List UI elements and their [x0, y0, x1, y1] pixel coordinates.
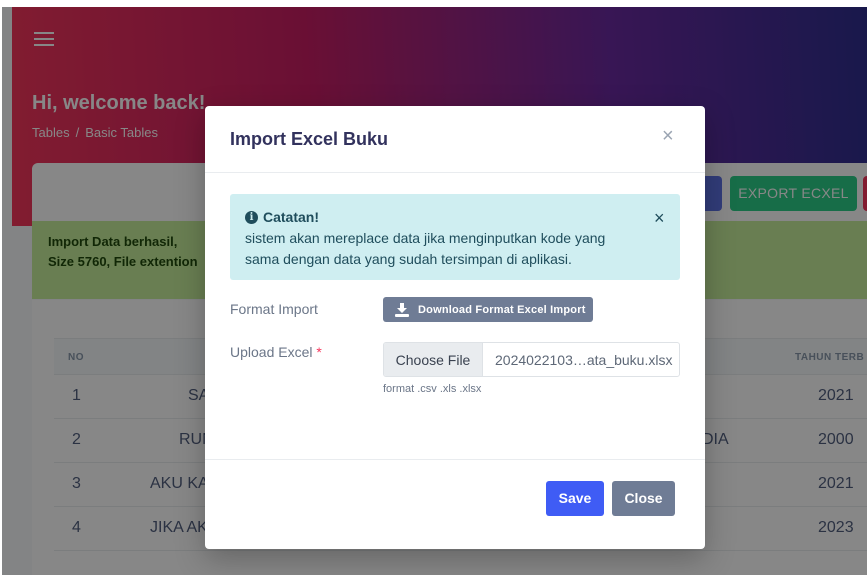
required-marker: * — [316, 344, 322, 360]
download-icon — [395, 302, 409, 317]
choose-file-button[interactable]: Choose File — [384, 343, 483, 376]
modal-footer: Save Close — [205, 459, 705, 549]
upload-excel-label: Upload Excel * — [230, 344, 322, 360]
info-alert: i Catatan! sistem akan mereplace data ji… — [230, 194, 680, 280]
modal-header: Import Excel Buku × — [205, 106, 705, 173]
info-alert-body: sistem akan mereplace data jika menginpu… — [245, 230, 606, 267]
file-upload-input[interactable]: Choose File 2024022103…ata_buku.xlsx — [383, 342, 680, 377]
window-frame — [0, 0, 2, 575]
format-import-label: Format Import — [230, 301, 318, 317]
download-format-button[interactable]: Download Format Excel Import — [383, 297, 593, 322]
info-alert-heading: Catatan! — [263, 209, 320, 225]
selected-file-name: 2024022103…ata_buku.xlsx — [495, 351, 673, 368]
file-format-hint: format .csv .xls .xlsx — [383, 383, 482, 395]
close-icon[interactable]: × — [662, 125, 674, 148]
save-button[interactable]: Save — [546, 481, 604, 516]
modal-title: Import Excel Buku — [230, 129, 389, 149]
info-alert-title: i Catatan! — [245, 207, 640, 228]
upload-excel-text: Upload Excel — [230, 344, 313, 360]
import-modal: Import Excel Buku × i Catatan! sistem ak… — [205, 106, 705, 549]
window-frame — [0, 0, 867, 7]
info-icon: i — [245, 211, 258, 224]
close-button[interactable]: Close — [612, 481, 675, 516]
download-format-label: Download Format Excel Import — [418, 303, 586, 316]
close-icon[interactable]: × — [654, 208, 665, 229]
